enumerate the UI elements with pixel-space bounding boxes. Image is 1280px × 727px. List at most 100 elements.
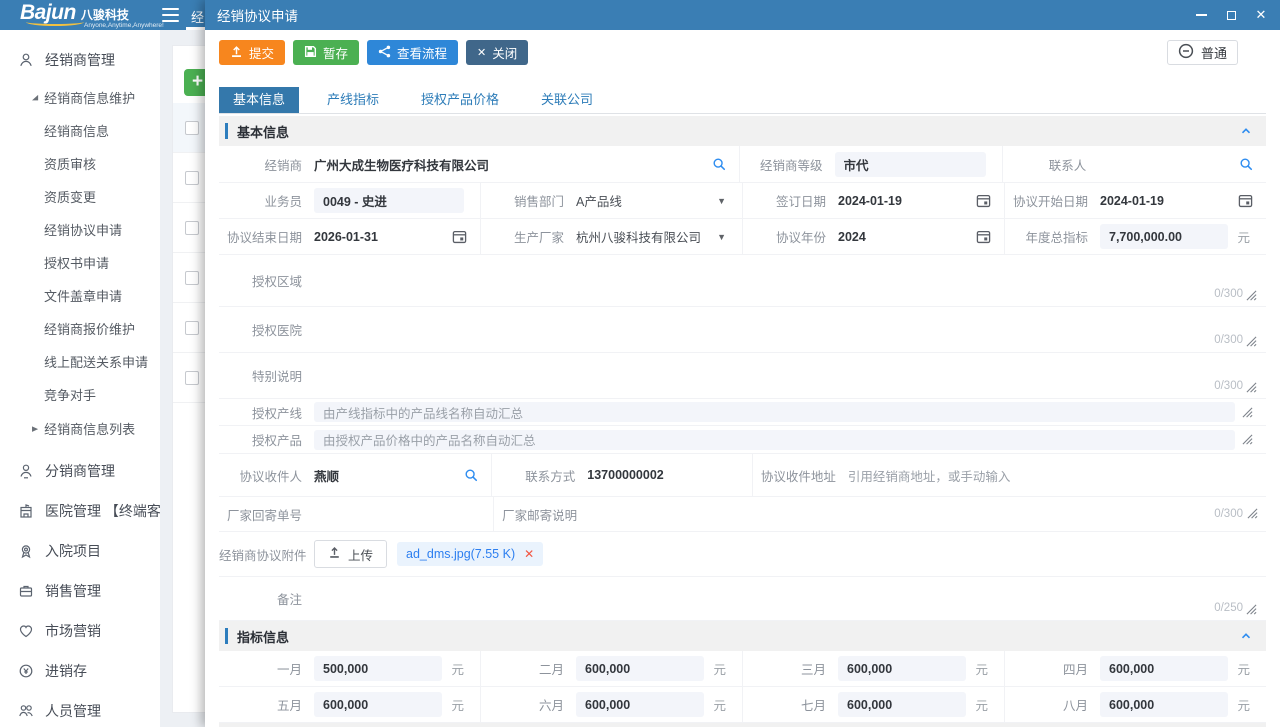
field-contact[interactable]: 联系人 <box>1002 146 1266 182</box>
field-dealer[interactable]: 经销商 广州大成生物医疗科技有限公司 <box>219 146 739 182</box>
field-remark[interactable]: 备注 0/250 <box>219 577 1266 620</box>
resize-handle-icon[interactable] <box>1246 336 1257 347</box>
sidebar-item-marketing[interactable]: 市场营销 <box>0 611 160 651</box>
field-attachment[interactable]: 经销商协议附件 上传 ad_dms.jpg(7.55 K) ✕ <box>219 532 1266 576</box>
field-auth-hospital[interactable]: 授权医院 0/300 <box>219 307 1266 352</box>
sidebar-item-sales-management[interactable]: 销售管理 <box>0 571 160 611</box>
close-window-icon[interactable]: ✕ <box>1254 8 1268 22</box>
view-flow-button[interactable]: 查看流程 <box>367 40 458 65</box>
tab-basic-info[interactable]: 基本信息 <box>219 87 299 113</box>
field-month-feb[interactable]: 二月 600,000 元 <box>480 651 742 686</box>
calendar-icon[interactable] <box>969 229 998 244</box>
row-checkbox[interactable] <box>185 371 199 385</box>
tab-authorized-prices[interactable]: 授权产品价格 <box>407 87 513 113</box>
field-mailing-note[interactable]: 厂家邮寄说明 0/300 <box>493 497 1266 531</box>
field-manufacturer[interactable]: 生产厂家 杭州八骏科技有限公司 ▼ <box>480 219 742 254</box>
field-month-jul[interactable]: 七月 600,000 元 <box>742 687 1004 722</box>
row-checkbox[interactable] <box>185 271 199 285</box>
field-contact-phone[interactable]: 联系方式 13700000002 <box>491 454 752 496</box>
sidebar-item-agreement-apply[interactable]: 经销协议申请 <box>0 213 160 246</box>
field-month-aug[interactable]: 八月 600,000 元 <box>1004 687 1266 722</box>
sidebar-item-hospital-management[interactable]: 医院管理 【终端客户】 <box>0 491 160 531</box>
minimize-icon[interactable] <box>1194 8 1208 22</box>
sidebar-item-dealer-management[interactable]: 经销商管理 <box>0 40 160 80</box>
field-auth-region[interactable]: 授权区域 0/300 <box>219 255 1266 306</box>
field-end-date[interactable]: 协议结束日期 2026-01-31 <box>219 219 480 254</box>
sidebar-item-dealer-info-list[interactable]: ▶ 经销商信息列表 <box>0 411 160 445</box>
save-draft-button[interactable]: 暂存 <box>293 40 359 65</box>
close-button[interactable]: ✕ 关闭 <box>466 40 528 65</box>
resize-handle-icon[interactable] <box>1246 382 1257 393</box>
field-month-jan[interactable]: 一月 500,000 元 <box>219 651 480 686</box>
field-recipient[interactable]: 协议收件人 燕顺 <box>219 454 491 496</box>
special-note-textarea[interactable]: 0/300 <box>314 353 1260 398</box>
field-recipient-address[interactable]: 协议收件地址 引用经销商地址，或手动输入 <box>752 454 1266 496</box>
resize-handle-icon[interactable] <box>1235 434 1260 445</box>
row-checkbox[interactable] <box>185 321 199 335</box>
sidebar-item-personnel-management[interactable]: 人员管理 <box>0 691 160 727</box>
sidebar-item-authorization-apply[interactable]: 授权书申请 <box>0 246 160 279</box>
field-annual-target[interactable]: 年度总指标 7,700,000.00 元 <box>1004 219 1266 254</box>
maximize-icon[interactable] <box>1224 8 1238 22</box>
resize-handle-icon[interactable] <box>1246 290 1257 301</box>
sidebar-item-file-seal-apply[interactable]: 文件盖章申请 <box>0 279 160 312</box>
search-icon[interactable] <box>705 157 733 171</box>
resize-handle-icon[interactable] <box>1235 407 1260 418</box>
sidebar-item-dealer-quote-maintain[interactable]: 经销商报价维护 <box>0 312 160 345</box>
sidebar-item-qualification-audit[interactable]: 资质审核 <box>0 147 160 180</box>
field-salesman[interactable]: 业务员 0049 - 史进 <box>219 183 480 218</box>
search-icon[interactable] <box>457 468 485 482</box>
sidebar-item-competitor[interactable]: 竞争对手 <box>0 378 160 411</box>
auth-region-textarea[interactable]: 0/300 <box>314 255 1260 306</box>
field-month-mar[interactable]: 三月 600,000 元 <box>742 651 1004 686</box>
row-checkbox[interactable] <box>185 221 199 235</box>
calendar-icon[interactable] <box>969 193 998 208</box>
field-sign-date[interactable]: 签订日期 2024-01-19 <box>742 183 1004 218</box>
sidebar-item-inventory[interactable]: 进销存 <box>0 651 160 691</box>
chevron-down-icon[interactable]: ▼ <box>707 196 736 206</box>
field-auth-line[interactable]: 授权产线 由产线指标中的产品线名称自动汇总 <box>219 399 1266 425</box>
sidebar-item-distributor-management[interactable]: 分销商管理 <box>0 451 160 491</box>
row-checkbox[interactable] <box>185 121 199 135</box>
tab-related-companies[interactable]: 关联公司 <box>527 87 607 113</box>
attachment-chip[interactable]: ad_dms.jpg(7.55 K) ✕ <box>397 542 543 566</box>
field-return-tracking[interactable]: 厂家回寄单号 <box>219 497 493 531</box>
sidebar-item-dealer-info-maintain[interactable]: ◢ 经销商信息维护 <box>0 80 160 114</box>
topbar-open-tab[interactable]: 经 <box>191 7 204 26</box>
collapse-chevron-icon[interactable] <box>1240 125 1266 137</box>
sidebar-item-qualification-change[interactable]: 资质变更 <box>0 180 160 213</box>
field-month-may[interactable]: 五月 600,000 元 <box>219 687 480 722</box>
chevron-down-icon[interactable]: ▼ <box>707 232 736 242</box>
window-controls: ✕ <box>1194 8 1268 22</box>
field-dealer-level[interactable]: 经销商等级 市代 <box>739 146 1003 182</box>
basic-info-form: 基本信息 经销商 广州大成生物医疗科技有限公司 经销商等级 市代 <box>219 116 1266 727</box>
calendar-icon[interactable] <box>1231 193 1260 208</box>
resize-handle-icon[interactable] <box>1247 507 1258 522</box>
field-start-date[interactable]: 协议开始日期 2024-01-19 <box>1004 183 1266 218</box>
remark-textarea[interactable]: 0/250 <box>314 577 1260 620</box>
resize-handle-icon[interactable] <box>1246 604 1257 615</box>
field-sales-dept[interactable]: 销售部门 A产品线 ▼ <box>480 183 742 218</box>
menu-toggle-icon[interactable] <box>162 8 179 22</box>
auth-hospital-textarea[interactable]: 0/300 <box>314 307 1260 352</box>
calendar-icon[interactable] <box>445 229 474 244</box>
sidebar-item-online-delivery-apply[interactable]: 线上配送关系申请 <box>0 345 160 378</box>
field-month-jun[interactable]: 六月 600,000 元 <box>480 687 742 722</box>
collapse-chevron-icon[interactable] <box>1240 630 1266 642</box>
field-auth-product[interactable]: 授权产品 由授权产品价格中的产品名称自动汇总 <box>219 426 1266 453</box>
submit-button[interactable]: 提交 <box>219 40 285 65</box>
sidebar-item-dealer-info[interactable]: 经销商信息 <box>0 114 160 147</box>
triangle-expanded-icon: ◢ <box>32 93 38 101</box>
sidebar-item-admission-project[interactable]: 入院项目 <box>0 531 160 571</box>
field-month-apr[interactable]: 四月 600,000 元 <box>1004 651 1266 686</box>
remove-attachment-icon[interactable]: ✕ <box>524 547 534 561</box>
priority-button[interactable]: 普通 <box>1167 40 1238 65</box>
logo-text-cn: 八骏科技 <box>81 6 129 23</box>
row-checkbox[interactable] <box>185 171 199 185</box>
field-agreement-year[interactable]: 协议年份 2024 <box>742 219 1004 254</box>
search-icon[interactable] <box>1232 157 1260 171</box>
upload-button[interactable]: 上传 <box>314 540 387 568</box>
field-special-note[interactable]: 特别说明 0/300 <box>219 353 1266 398</box>
section-header-basic: 基本信息 <box>219 116 1266 146</box>
tab-line-targets[interactable]: 产线指标 <box>313 87 393 113</box>
